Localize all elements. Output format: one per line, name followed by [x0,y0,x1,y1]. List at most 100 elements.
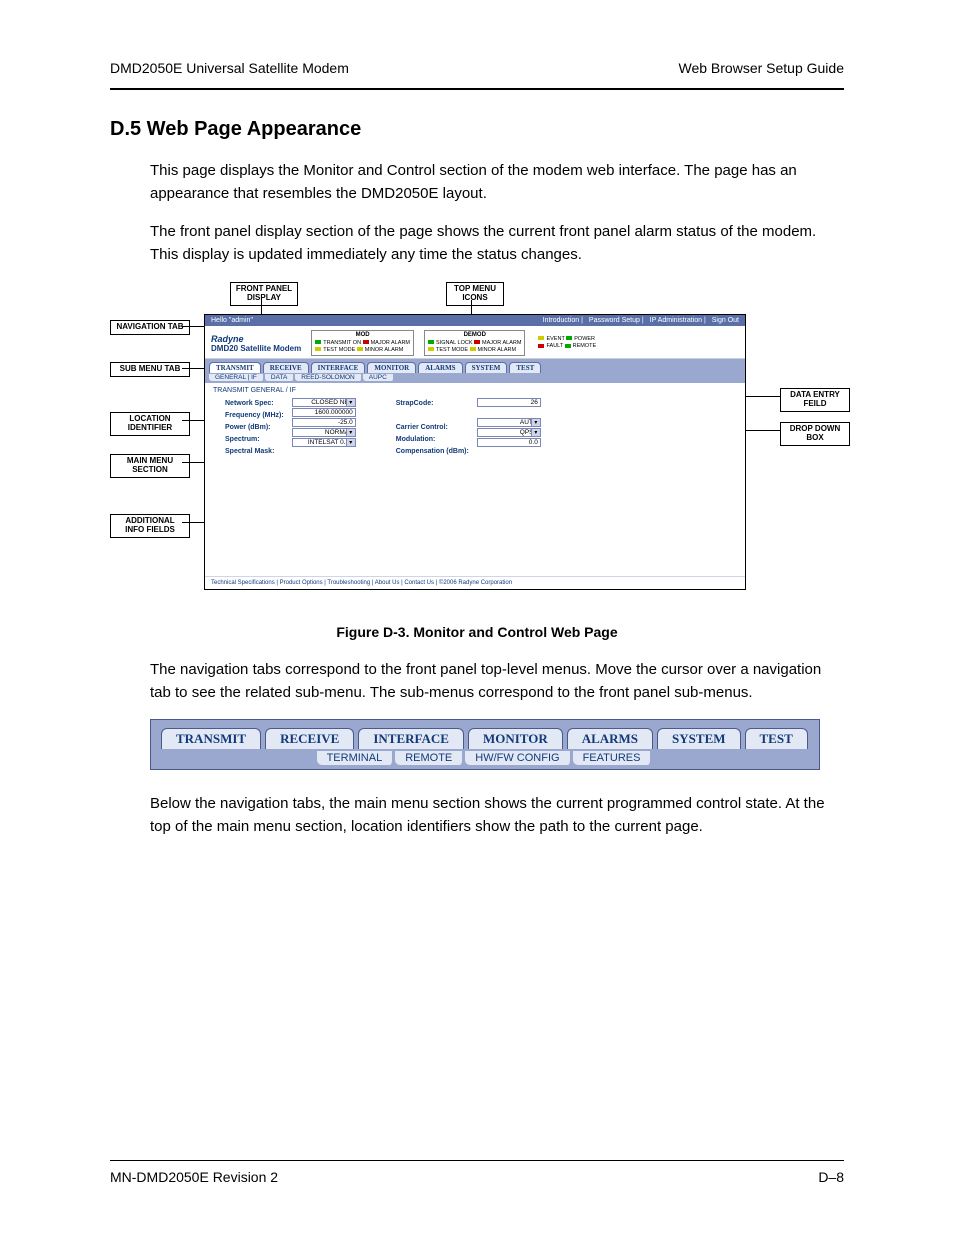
led-icon [315,347,321,351]
callout-line [182,462,204,463]
led-icon [428,347,434,351]
subtab-general-if[interactable]: GENERAL | IF [209,374,265,381]
label-strapcode: StrapCode: [396,398,469,410]
led-icon [566,336,572,340]
link-sign-out[interactable]: Sign Out [712,317,739,324]
tab-monitor[interactable]: MONITOR [367,362,416,373]
tab-interface[interactable]: INTERFACE [358,728,464,749]
led-title-demod: DEMOD [428,332,521,340]
ss-toplinks: Introduction | Password Setup | IP Admin… [539,317,739,324]
label-modulation: Modulation: [396,434,469,446]
led-label: MAJOR ALARM [482,340,521,346]
subtab-hwfw-config[interactable]: HW/FW CONFIG [465,751,572,765]
led-label: SIGNAL LOCK [436,340,472,346]
led-icon [315,340,321,344]
tab-system[interactable]: SYSTEM [465,362,508,373]
ss-brandrow: Radyne DMD20 Satellite Modem MOD TRANSMI… [205,326,745,359]
tab-alarms[interactable]: ALARMS [418,362,462,373]
callout-line [182,326,204,327]
field-carrier-control[interactable]: AUTO [477,418,541,427]
led-label: MINOR ALARM [365,347,404,353]
ss-col-left: Network Spec: Frequency (MHz): Power (dB… [225,398,356,458]
subtab-aupc[interactable]: AUPC [363,374,395,381]
callout-top-menu: TOP MENUICONS [446,282,504,306]
field-frequency[interactable]: 1600.000000 [292,408,356,417]
field-spectrum[interactable]: NORMAL [292,428,356,437]
led-icon [538,344,544,348]
field-power[interactable]: -25.0 [292,418,356,427]
page: DMD2050E Universal Satellite Modem Web B… [0,0,954,1235]
callout-line [182,420,204,421]
link-introduction[interactable]: Introduction [543,317,580,324]
field-modulation[interactable]: QPSK [477,428,541,437]
label-power: Power (dBm): [225,422,284,434]
led-group-mod: MOD TRANSMIT ON MAJOR ALARM TEST MODE MI… [311,330,414,356]
field-strapcode[interactable]: 26 [477,398,541,407]
paragraph-1: This page displays the Monitor and Contr… [110,159,844,206]
led-label: TRANSMIT ON [323,340,361,346]
led-label: MINOR ALARM [478,347,517,353]
subtab-remote[interactable]: REMOTE [395,751,465,765]
ss2-tabs: TRANSMIT RECEIVE INTERFACE MONITOR ALARM… [155,728,815,749]
label-spectral-mask: Spectral Mask: [225,446,284,458]
callout-sub-menu: SUB MENU TAB [110,362,190,377]
label-network-spec: Network Spec: [225,398,284,410]
subtab-terminal[interactable]: TERMINAL [317,751,396,765]
subtab-features[interactable]: FEATURES [573,751,654,765]
ss-footer: Technical Specifications | Product Optio… [205,576,745,589]
led-icon [470,347,476,351]
callout-location: LOCATIONIDENTIFIER [110,412,190,436]
led-title-mod: MOD [315,332,410,340]
paragraph-2: The front panel display section of the p… [110,220,844,267]
tab-test[interactable]: TEST [745,728,808,749]
ss-location: TRANSMIT GENERAL / IF [205,383,745,396]
callout-additional: ADDITIONALINFO FIELDS [110,514,190,538]
subtab-reed-solomon[interactable]: REED-SOLOMON [295,374,362,381]
figure-d3: FRONT PANELDISPLAY TOP MENUICONS NAVIGAT… [110,282,844,602]
led-group-gen: EVENT POWER FAULT REMOTE [535,335,599,351]
label-compensation: Compensation (dBm): [396,446,469,458]
ss-col-right: StrapCode: Carrier Control: Modulation: … [396,398,541,458]
tab-system[interactable]: SYSTEM [657,728,740,749]
label-carrier-control: Carrier Control: [396,422,469,434]
tab-receive[interactable]: RECEIVE [265,728,354,749]
callout-data-entry: DATA ENTRYFEILD [780,388,850,412]
led-label: TEST MODE [323,347,355,353]
screenshot-nav-closeup: TRANSMIT RECEIVE INTERFACE MONITOR ALARM… [150,719,820,770]
tab-transmit[interactable]: TRANSMIT [161,728,261,749]
led-icon [357,347,363,351]
led-label: POWER [574,336,595,342]
field-compensation[interactable]: 0.0 [477,438,541,447]
ss-topbar: Hello "admin" Introduction | Password Se… [205,315,745,326]
tab-test[interactable]: TEST [509,362,541,373]
page-footer: MN-DMD2050E Revision 2 D–8 [110,1160,844,1185]
callout-line [744,430,780,431]
link-password-setup[interactable]: Password Setup [589,317,640,324]
link-ip-admin[interactable]: IP Administration [650,317,702,324]
led-label: EVENT [546,336,564,342]
tab-receive[interactable]: RECEIVE [263,362,309,373]
ss-hello: Hello "admin" [211,317,253,324]
ss2-subtabs: TERMINAL REMOTE HW/FW CONFIG FEATURES [155,751,815,765]
tab-monitor[interactable]: MONITOR [468,728,563,749]
ss-brand-title: DMD20 Satellite Modem [211,344,301,353]
figure-caption: Figure D-3. Monitor and Control Web Page [110,624,844,640]
callout-nav-tab: NAVIGATION TAB [110,320,190,335]
field-network-spec[interactable]: CLOSED NET [292,398,356,407]
ss-right-fields: 26 . AUTO QPSK 0.0 [477,398,541,458]
tab-transmit[interactable]: TRANSMIT [209,362,261,373]
footer-right: D–8 [818,1169,844,1185]
header-right: Web Browser Setup Guide [679,60,845,76]
page-header: DMD2050E Universal Satellite Modem Web B… [110,60,844,76]
led-label: TEST MODE [436,347,468,353]
tab-alarms[interactable]: ALARMS [567,728,653,749]
subtab-data[interactable]: DATA [265,374,295,381]
callout-line [182,368,204,369]
tab-interface[interactable]: INTERFACE [311,362,366,373]
field-spectral-mask[interactable]: INTELSAT 0.35 [292,438,356,447]
paragraph-4: Below the navigation tabs, the main menu… [110,792,844,839]
callout-dropdown: DROP DOWNBOX [780,422,850,446]
callout-line [744,396,780,397]
ss-subbar: GENERAL | IF DATA REED-SOLOMON AUPC [205,374,745,383]
footer-left: MN-DMD2050E Revision 2 [110,1169,278,1185]
